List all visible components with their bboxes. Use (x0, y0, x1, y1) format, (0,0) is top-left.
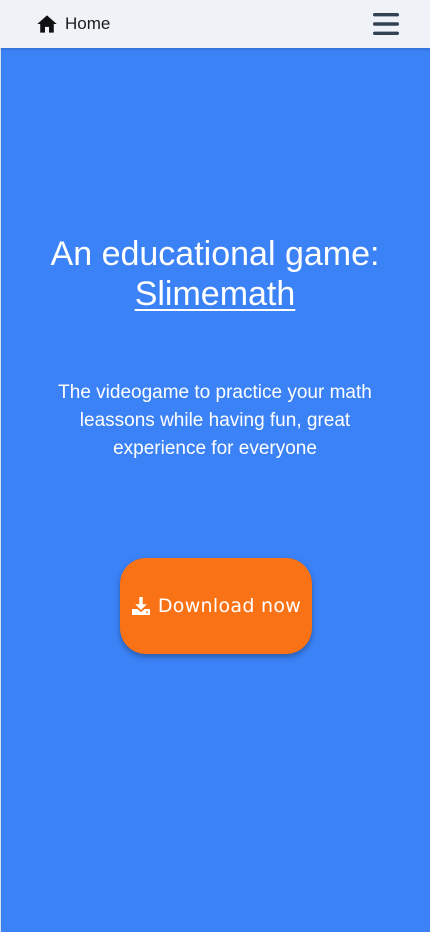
home-link[interactable]: Home (36, 12, 110, 36)
divider (0, 48, 1, 932)
slimemath-link[interactable]: Slimemath (135, 275, 296, 313)
hero-section (0, 48, 430, 932)
hero-tagline: The videogame to practice your math leas… (58, 382, 372, 459)
hero-title: An educational game: Slimemath (0, 234, 430, 314)
hamburger-menu-icon (373, 13, 399, 35)
home-icon (37, 15, 57, 33)
page: Home An educational game: Slimemath The … (0, 0, 430, 932)
download-icon (131, 597, 150, 615)
hero-title-prefix: An educational game: (50, 235, 380, 273)
download-button[interactable]: Download now (120, 558, 312, 654)
home-label: Home (65, 14, 111, 33)
navbar: Home (0, 0, 430, 48)
hamburger-menu-button[interactable] (370, 9, 402, 39)
download-label: Download now (157, 595, 302, 617)
